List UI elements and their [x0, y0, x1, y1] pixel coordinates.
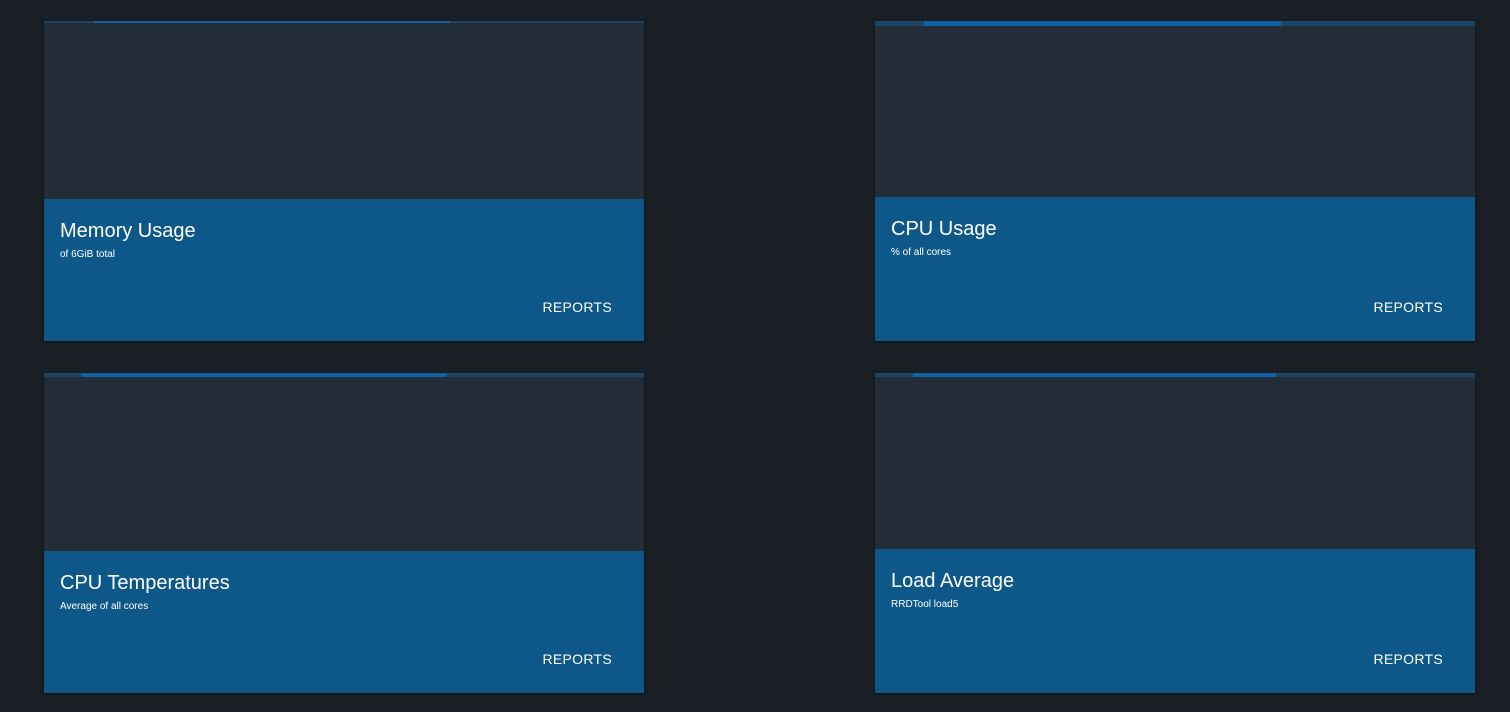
card-footer: CPU Usage % of all cores REPORTS: [875, 197, 1475, 341]
load-average-card: Load Average RRDTool load5 REPORTS: [875, 373, 1475, 693]
chart-area: [44, 23, 644, 199]
card-footer: CPU Temperatures Average of all cores RE…: [44, 551, 644, 693]
cpu-usage-card: CPU Usage % of all cores REPORTS: [875, 21, 1475, 341]
loading-progress-indicator: [913, 373, 1276, 377]
reports-button[interactable]: REPORTS: [526, 645, 628, 673]
card-subtitle: RRDTool load5: [891, 599, 959, 610]
card-subtitle: Average of all cores: [60, 601, 149, 612]
reports-button[interactable]: REPORTS: [1357, 645, 1459, 673]
reports-button[interactable]: REPORTS: [1357, 293, 1459, 321]
card-footer: Memory Usage of 6GiB total REPORTS: [44, 199, 644, 341]
card-footer: Load Average RRDTool load5 REPORTS: [875, 549, 1475, 693]
card-title: Load Average: [891, 570, 1015, 592]
cpu-temperatures-card: CPU Temperatures Average of all cores RE…: [44, 373, 644, 693]
chart-area: [875, 26, 1475, 197]
card-title: CPU Temperatures: [60, 572, 230, 594]
card-subtitle: of 6GiB total: [60, 249, 116, 260]
memory-usage-card: Memory Usage of 6GiB total REPORTS: [44, 21, 644, 341]
card-title: Memory Usage: [60, 220, 196, 242]
reports-button[interactable]: REPORTS: [526, 293, 628, 321]
card-subtitle: % of all cores: [891, 247, 952, 258]
loading-progress-bar: [875, 373, 1475, 377]
chart-area: [875, 378, 1475, 549]
card-title: CPU Usage: [891, 218, 997, 240]
chart-area: [44, 375, 644, 551]
